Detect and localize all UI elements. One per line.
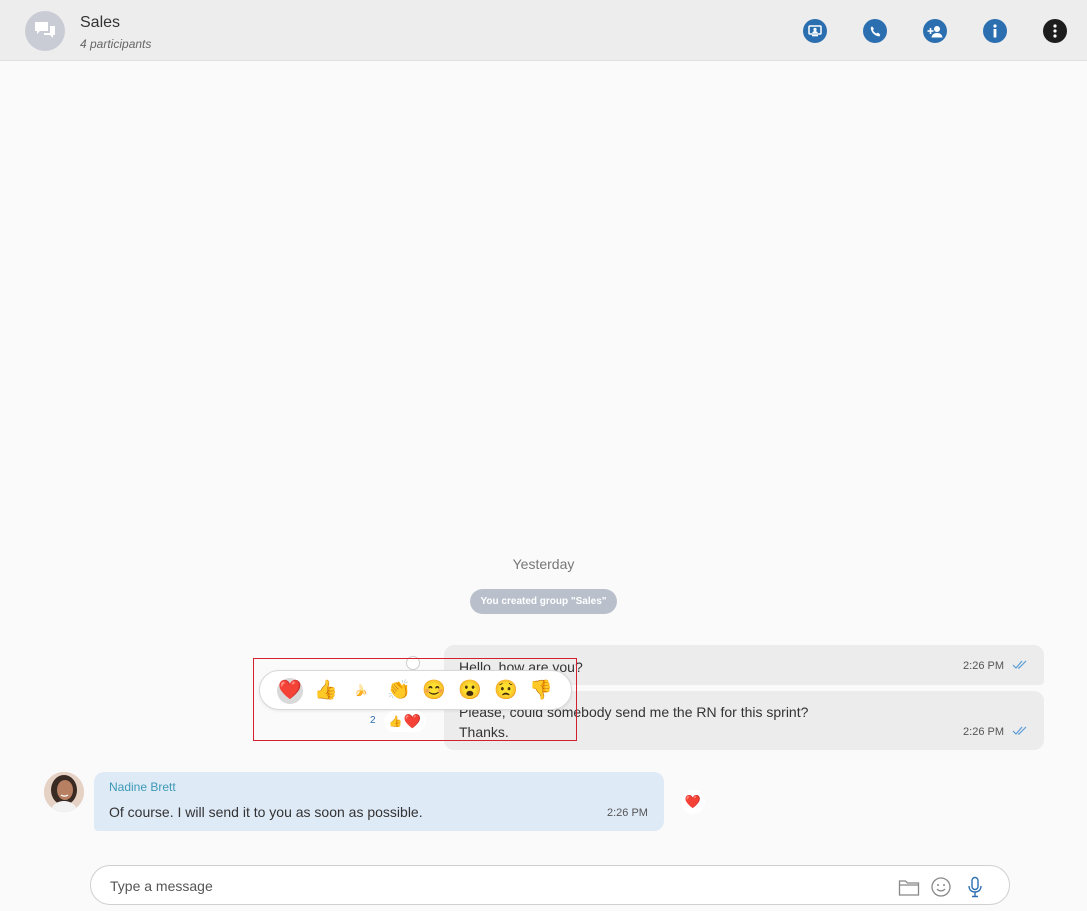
folder-icon[interactable]	[898, 876, 920, 898]
message-time: 2:26 PM	[963, 660, 1004, 672]
phone-icon[interactable]	[863, 19, 887, 43]
sender-name[interactable]: Nadine Brett	[109, 780, 176, 794]
reaction-smile-icon[interactable]: 😊	[421, 678, 447, 704]
message-time: 2:26 PM	[963, 726, 1004, 738]
message-time: 2:26 PM	[607, 807, 648, 819]
reaction-thumbs-up-icon[interactable]: 👍	[313, 678, 339, 704]
message-input[interactable]	[110, 876, 870, 896]
message-text: Of course. I will send it to you as soon…	[109, 804, 423, 820]
more-options-icon[interactable]	[1043, 19, 1067, 43]
reaction-surprised-icon[interactable]: 😮	[457, 678, 483, 704]
read-receipt-icon	[1012, 726, 1027, 735]
microphone-icon[interactable]	[964, 876, 986, 898]
reaction-worried-icon[interactable]: 😟	[493, 678, 519, 704]
date-separator: Yesterday	[512, 556, 575, 572]
screen-share-icon[interactable]	[803, 19, 827, 43]
reaction-count: 2	[370, 715, 376, 726]
add-participant-icon[interactable]	[923, 19, 947, 43]
message-reaction-heart-icon[interactable]: ❤️	[681, 790, 705, 814]
reaction-summary[interactable]: 👍 ❤️	[384, 711, 426, 732]
chat-title: Sales	[80, 14, 121, 31]
system-message: You created group "Sales"	[470, 589, 617, 614]
reaction-picker: ❤️ 👍 🍌 👏 😊 😮 😟 👎	[259, 670, 572, 710]
thumbs-up-icon: 👍	[388, 716, 403, 728]
info-icon[interactable]	[983, 19, 1007, 43]
reaction-thumbs-down-icon[interactable]: 👎	[528, 678, 554, 704]
reaction-banana-icon[interactable]: 🍌	[348, 678, 374, 704]
participants-count: 4 participants	[80, 37, 152, 51]
add-reaction-icon[interactable]	[406, 656, 420, 670]
incoming-message[interactable]: Nadine Brett Of course. I will send it t…	[94, 772, 664, 831]
reaction-heart-icon[interactable]: ❤️	[277, 678, 303, 704]
emoji-icon[interactable]	[930, 876, 952, 898]
avatar[interactable]	[44, 772, 84, 812]
group-chat-icon[interactable]	[25, 11, 65, 51]
message-composer	[90, 865, 1010, 905]
reaction-clap-icon[interactable]: 👏	[386, 678, 412, 704]
chat-header: Sales 4 participants	[0, 0, 1087, 61]
heart-icon: ❤️	[403, 713, 422, 729]
read-receipt-icon	[1012, 660, 1027, 669]
